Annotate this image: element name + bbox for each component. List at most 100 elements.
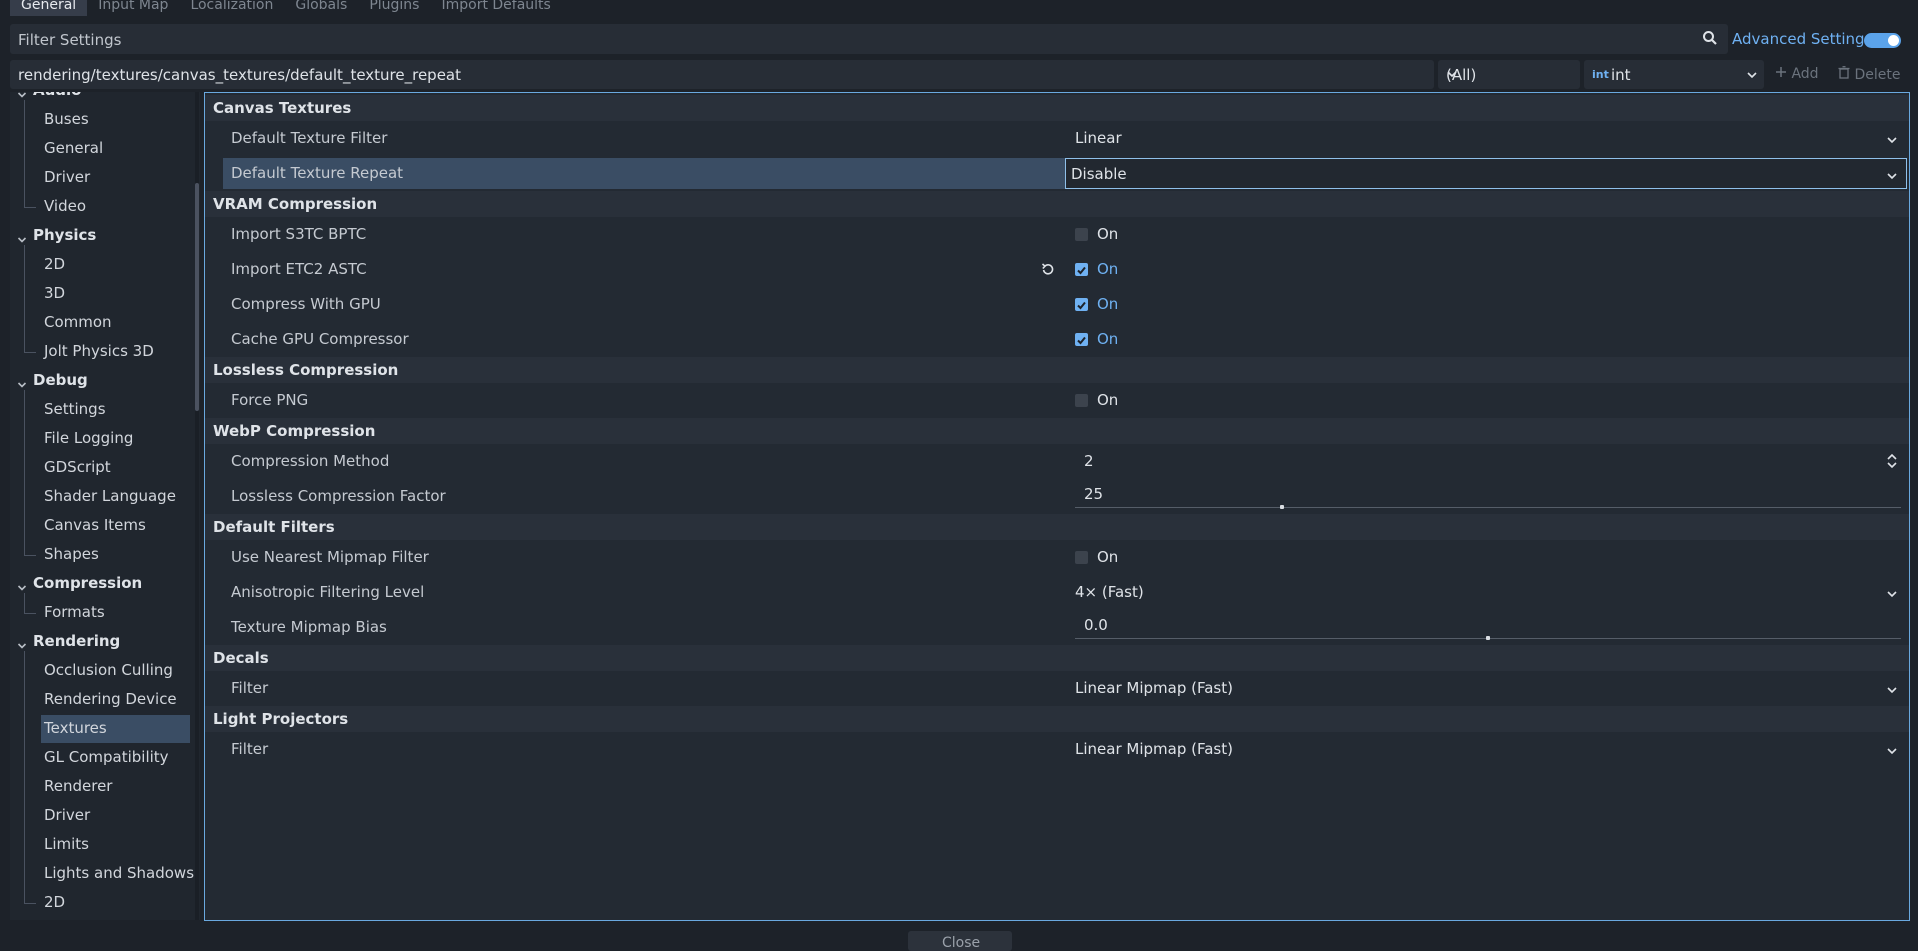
- chevron-down-icon: [1886, 168, 1898, 186]
- sidebar-item-gdscript[interactable]: GDScript: [10, 454, 200, 482]
- property-row-cache-gpu-compressor[interactable]: Cache GPU Compressor On: [205, 322, 1909, 357]
- sidebar-item-shapes[interactable]: Shapes: [10, 541, 200, 569]
- filter-settings-input[interactable]: Filter Settings: [10, 24, 1728, 54]
- sidebar-item-video[interactable]: Video: [10, 193, 200, 221]
- sidebar-item-general[interactable]: General: [10, 135, 200, 163]
- cache-gpu-compressor-checkbox[interactable]: On: [1070, 322, 1906, 357]
- property-path-input[interactable]: rendering/textures/canvas_textures/defau…: [10, 60, 1434, 89]
- sidebar-item-canvas-items[interactable]: Canvas Items: [10, 512, 200, 540]
- force-png-checkbox[interactable]: On: [1070, 383, 1906, 418]
- compress-with-gpu-checkbox[interactable]: On: [1070, 287, 1906, 322]
- tree-section-debug[interactable]: Debug: [10, 367, 200, 395]
- property-label: Import ETC2 ASTC: [231, 260, 367, 278]
- property-row-filter[interactable]: Filter Linear Mipmap (Fast): [205, 732, 1909, 767]
- use-nearest-mipmap-filter-checkbox[interactable]: On: [1070, 540, 1906, 575]
- tree-section-rendering[interactable]: Rendering: [10, 628, 200, 656]
- sidebar-item-driver[interactable]: Driver: [10, 164, 200, 192]
- sidebar-item-jolt-physics-3d[interactable]: Jolt Physics 3D: [10, 338, 200, 366]
- sidebar-item-shader-language[interactable]: Shader Language: [10, 483, 200, 511]
- tree-section-physics[interactable]: Physics: [10, 222, 200, 250]
- checkbox[interactable]: [1075, 551, 1088, 564]
- delete-button[interactable]: Delete: [1838, 66, 1900, 83]
- checkbox-label: On: [1097, 330, 1119, 348]
- default-texture-filter-dropdown[interactable]: Linear: [1070, 121, 1906, 156]
- property-row-force-png[interactable]: Force PNG On: [205, 383, 1909, 418]
- slider-track[interactable]: [1075, 507, 1901, 508]
- sidebar-item-gl-compatibility[interactable]: GL Compatibility: [10, 744, 200, 772]
- property-row-texture-mipmap-bias[interactable]: Texture Mipmap Bias 0.0: [205, 610, 1909, 645]
- sidebar-item-buses[interactable]: Buses: [10, 106, 200, 134]
- tree-section-audio[interactable]: Audio: [10, 92, 200, 105]
- slider-grabber[interactable]: [1280, 505, 1284, 509]
- lossless-compression-factor-slider[interactable]: 25: [1070, 479, 1906, 514]
- sidebar-scrollbar-thumb[interactable]: [195, 183, 199, 411]
- slider-value: 0.0: [1084, 616, 1108, 634]
- property-row-filter[interactable]: Filter Linear Mipmap (Fast): [205, 671, 1909, 706]
- tab-general[interactable]: General: [10, 0, 88, 16]
- compression-method-spinbox[interactable]: 2: [1070, 444, 1906, 479]
- checkbox[interactable]: [1075, 394, 1088, 407]
- filter-placeholder: Filter Settings: [18, 31, 122, 49]
- tree-section-compression[interactable]: Compression: [10, 570, 200, 598]
- sidebar-item-2d[interactable]: 2D: [10, 889, 200, 917]
- sidebar-item-lights-and-shadows[interactable]: Lights and Shadows: [10, 860, 200, 888]
- property-row-compression-method[interactable]: Compression Method 2: [205, 444, 1909, 479]
- sidebar-item-file-logging[interactable]: File Logging: [10, 425, 200, 453]
- slider-grabber[interactable]: [1486, 636, 1490, 640]
- chevron-down-icon[interactable]: [17, 231, 27, 249]
- type-filter-select[interactable]: (All): [1438, 60, 1580, 89]
- property-row-anisotropic-filtering-level[interactable]: Anisotropic Filtering Level 4× (Fast): [205, 575, 1909, 610]
- spinner-arrows-icon[interactable]: [1886, 453, 1898, 473]
- chevron-down-icon[interactable]: [17, 579, 27, 597]
- anisotropic-filtering-level-dropdown[interactable]: 4× (Fast): [1070, 575, 1906, 610]
- tree-item-label: Limits: [44, 835, 89, 853]
- checkbox[interactable]: [1075, 298, 1088, 311]
- sidebar-item-settings[interactable]: Settings: [10, 396, 200, 424]
- tab-globals[interactable]: Globals: [284, 0, 358, 16]
- tab-localization[interactable]: Localization: [179, 0, 284, 16]
- type-select[interactable]: int int: [1584, 60, 1764, 89]
- texture-mipmap-bias-slider[interactable]: 0.0: [1070, 610, 1906, 645]
- sidebar-item-limits[interactable]: Limits: [10, 831, 200, 859]
- chevron-down-icon[interactable]: [17, 92, 27, 104]
- sidebar-item-2d[interactable]: 2D: [10, 251, 200, 279]
- tree-item-label: Buses: [44, 110, 89, 128]
- section-header-default-filters: Default Filters: [205, 514, 1909, 540]
- sidebar-item-renderer[interactable]: Renderer: [10, 773, 200, 801]
- property-row-default-texture-repeat[interactable]: Default Texture Repeat Disable: [205, 156, 1909, 191]
- sidebar-item-driver[interactable]: Driver: [10, 802, 200, 830]
- property-label: Texture Mipmap Bias: [231, 618, 387, 636]
- checkbox[interactable]: [1075, 228, 1088, 241]
- sidebar-item-formats[interactable]: Formats: [10, 599, 200, 627]
- property-row-default-texture-filter[interactable]: Default Texture Filter Linear: [205, 121, 1909, 156]
- revert-icon[interactable]: [1041, 262, 1055, 280]
- sidebar-item-rendering-device[interactable]: Rendering Device: [10, 686, 200, 714]
- checkbox[interactable]: [1075, 263, 1088, 276]
- close-button[interactable]: Close: [908, 931, 1012, 951]
- property-row-import-s3tc-bptc[interactable]: Import S3TC BPTC On: [205, 217, 1909, 252]
- chevron-down-icon[interactable]: [17, 637, 27, 655]
- sidebar-item-3d[interactable]: 3D: [10, 280, 200, 308]
- property-row-use-nearest-mipmap-filter[interactable]: Use Nearest Mipmap Filter On: [205, 540, 1909, 575]
- filter-dropdown[interactable]: Linear Mipmap (Fast): [1070, 671, 1906, 706]
- property-row-lossless-compression-factor[interactable]: Lossless Compression Factor 25: [205, 479, 1909, 514]
- add-button[interactable]: Add: [1775, 66, 1819, 82]
- import-etc2-astc-checkbox[interactable]: On: [1070, 252, 1906, 287]
- import-s3tc-bptc-checkbox[interactable]: On: [1070, 217, 1906, 252]
- tab-input-map[interactable]: Input Map: [87, 0, 179, 16]
- sidebar-item-textures[interactable]: Textures: [10, 715, 200, 743]
- sidebar-item-common[interactable]: Common: [10, 309, 200, 337]
- filter-dropdown[interactable]: Linear Mipmap (Fast): [1070, 732, 1906, 767]
- sidebar-item-occlusion-culling[interactable]: Occlusion Culling: [10, 657, 200, 685]
- default-texture-repeat-dropdown[interactable]: Disable: [1065, 158, 1907, 189]
- checkbox-label: On: [1097, 295, 1119, 313]
- property-row-import-etc2-astc[interactable]: Import ETC2 ASTC On: [205, 252, 1909, 287]
- property-row-compress-with-gpu[interactable]: Compress With GPU On: [205, 287, 1909, 322]
- checkbox[interactable]: [1075, 333, 1088, 346]
- tab-import-defaults[interactable]: Import Defaults: [430, 0, 561, 16]
- tree-item-label: Shapes: [44, 545, 99, 563]
- tree-guide-line: [24, 613, 36, 614]
- tab-plugins[interactable]: Plugins: [358, 0, 430, 16]
- chevron-down-icon[interactable]: [17, 376, 27, 394]
- advanced-settings-toggle[interactable]: [1864, 33, 1901, 48]
